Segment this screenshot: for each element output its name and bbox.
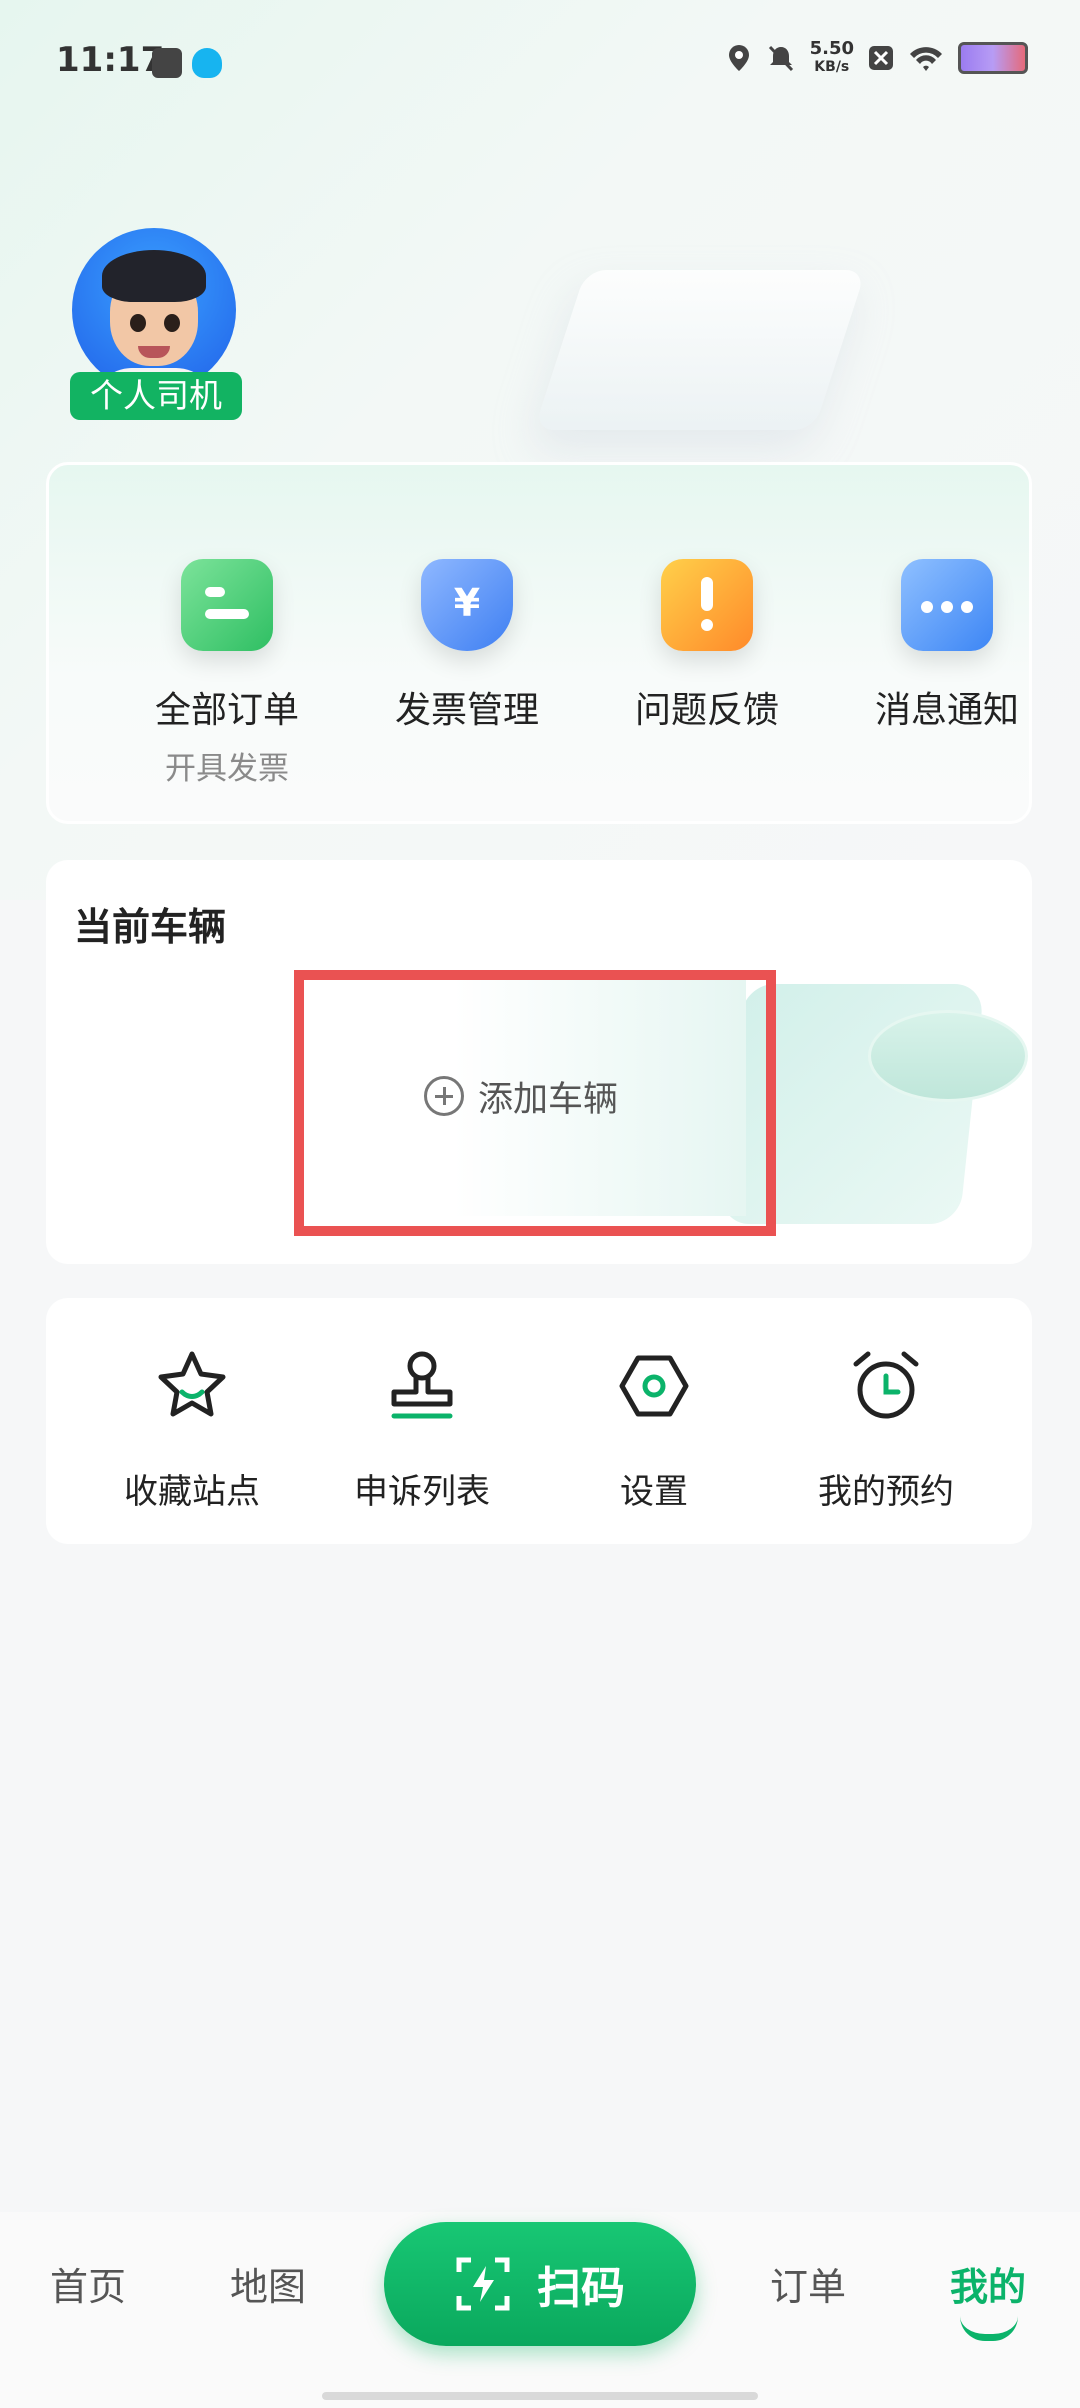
tool-appeal-list[interactable]: 申诉列表	[322, 1346, 522, 1513]
orders-icon	[181, 559, 273, 651]
service-messages[interactable]: 消息通知	[847, 559, 1047, 733]
speed-value: 5.50	[809, 38, 854, 59]
scan-button[interactable]: 扫码	[384, 2222, 696, 2346]
tool-label: 申诉列表	[354, 1472, 490, 1512]
tools-card: 收藏站点 申诉列表 设置 我的预约	[46, 1298, 1032, 1544]
tool-my-reservations[interactable]: 我的预约	[786, 1346, 986, 1513]
role-badge: 个人司机	[70, 372, 242, 420]
services-card: 全部订单 开具发票 ¥ 发票管理 问题反馈 消息通知	[46, 462, 1032, 824]
notification-bag-icon	[152, 48, 182, 78]
highlight-box	[294, 970, 776, 1236]
active-tab-indicator	[960, 2316, 1018, 2341]
stamp-icon	[391, 1351, 453, 1419]
message-icon	[901, 559, 993, 651]
alarm-clock-icon	[853, 1351, 919, 1419]
speed-unit: KB/s	[814, 59, 850, 75]
service-invoice-management[interactable]: ¥ 发票管理	[367, 559, 567, 733]
avatar[interactable]	[72, 228, 236, 392]
feedback-icon	[661, 559, 753, 651]
tool-label: 设置	[620, 1472, 688, 1512]
bottom-tab-bar: 首页 地图 扫码 订单 我的	[0, 2212, 1080, 2408]
scan-bolt-icon	[456, 2257, 510, 2311]
qq-icon	[192, 48, 222, 78]
service-all-orders[interactable]: 全部订单 开具发票	[127, 559, 327, 788]
service-label: 问题反馈	[634, 690, 779, 731]
location-icon	[728, 45, 749, 71]
tab-mine[interactable]: 我的	[950, 2256, 1026, 2311]
scan-label: 扫码	[537, 2263, 625, 2314]
service-label: 全部订单	[154, 690, 299, 731]
decorative-illustration	[534, 270, 866, 430]
status-right: 5.50 KB/s	[726, 40, 1028, 76]
tab-home[interactable]: 首页	[50, 2256, 126, 2311]
tool-favorite-stations[interactable]: 收藏站点	[92, 1346, 292, 1513]
status-time: 11:17	[56, 40, 165, 80]
battery-icon	[958, 42, 1028, 74]
tool-label: 收藏站点	[124, 1472, 260, 1512]
service-feedback[interactable]: 问题反馈	[607, 559, 807, 733]
settings-icon	[619, 1355, 689, 1417]
tab-map[interactable]: 地图	[230, 2256, 306, 2311]
vehicle-illustration-disc	[868, 1010, 1028, 1102]
star-icon	[158, 1351, 226, 1417]
vehicle-section-title: 当前车辆	[74, 905, 227, 949]
home-indicator[interactable]	[322, 2392, 758, 2400]
wifi-icon	[910, 47, 942, 71]
mute-bell-icon	[768, 45, 793, 72]
tool-settings[interactable]: 设置	[554, 1346, 754, 1513]
tool-label: 我的预约	[818, 1472, 954, 1512]
service-label: 消息通知	[874, 690, 1019, 731]
tab-orders[interactable]: 订单	[770, 2256, 846, 2311]
avatar-eye	[164, 314, 180, 332]
sim-off-icon	[869, 46, 893, 70]
avatar-eye	[130, 314, 146, 332]
network-speed: 5.50 KB/s	[810, 40, 854, 76]
service-sub-label: 开具发票	[165, 751, 289, 787]
avatar-hair	[102, 250, 206, 302]
service-label: 发票管理	[394, 690, 539, 731]
invoice-icon: ¥	[421, 559, 513, 651]
status-bar: 11:17 5.50 KB/s	[0, 0, 1080, 120]
